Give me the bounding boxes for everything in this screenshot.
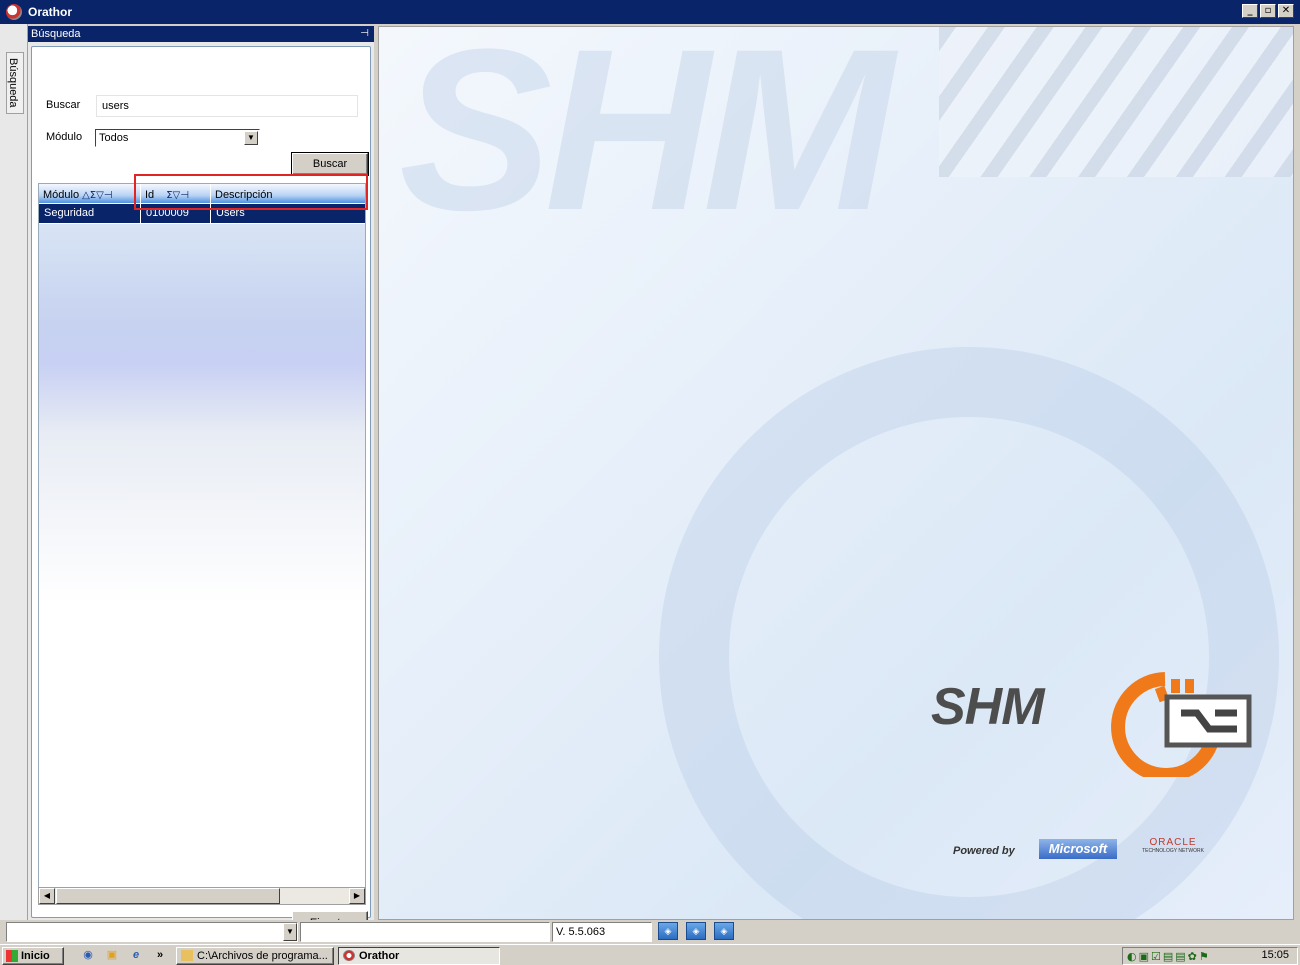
- start-button[interactable]: Inicio: [2, 947, 64, 965]
- title-bar: Orathor _ ▫ ✕: [0, 0, 1300, 24]
- taskbar-item-explorer-label: C:\Archivos de programa...: [197, 950, 328, 962]
- tray-icons[interactable]: ◐▣☑▤▤✿⚑: [1127, 950, 1211, 963]
- column-header-modulo[interactable]: Módulo △Σ▽⊣: [39, 184, 141, 204]
- buscar-button[interactable]: Buscar: [291, 152, 369, 176]
- horizontal-scrollbar[interactable]: ◀ ▶: [38, 887, 366, 905]
- microsoft-logo: Microsoft: [1039, 839, 1117, 859]
- quicklaunch-overflow[interactable]: »: [152, 948, 168, 962]
- restore-button[interactable]: ▫: [1260, 4, 1276, 18]
- start-label: Inicio: [21, 950, 50, 962]
- oracle-logo: ORACLE TECHNOLOGY NETWORK: [1133, 837, 1213, 854]
- clock[interactable]: 15:05: [1261, 949, 1289, 961]
- folder-icon: [181, 950, 193, 961]
- close-button[interactable]: ✕: [1278, 4, 1294, 18]
- status-action-icon-3[interactable]: ◈: [714, 922, 734, 940]
- ie-quicklaunch-icon[interactable]: e: [128, 948, 144, 962]
- status-bar: ▼ V. 5.5.063 ◈ ◈ ◈: [0, 920, 1300, 944]
- pin-icon[interactable]: ⊣: [360, 26, 369, 42]
- app-icon: [6, 4, 22, 20]
- keyboard-watermark: [939, 27, 1293, 177]
- side-tab-strip: Búsqueda: [0, 24, 28, 920]
- search-panel-header: Búsqueda ⊣: [28, 26, 374, 42]
- minimize-button[interactable]: _: [1242, 4, 1258, 18]
- scroll-right-icon[interactable]: ▶: [349, 888, 365, 904]
- splash-area: SHM SHM Powered by Microsoft ORACLE TECH…: [378, 26, 1294, 920]
- taskbar-item-explorer[interactable]: C:\Archivos de programa...: [176, 947, 334, 965]
- search-panel-title: Búsqueda: [31, 28, 81, 40]
- desktop-quicklaunch-icon[interactable]: ◉: [80, 948, 96, 962]
- side-tab-label: Búsqueda: [7, 58, 19, 108]
- scroll-thumb[interactable]: [56, 888, 280, 904]
- status-action-icon-1[interactable]: ◈: [658, 922, 678, 940]
- search-input[interactable]: users: [96, 95, 358, 117]
- column-header-modulo-icons[interactable]: △Σ▽⊣: [82, 190, 112, 201]
- modulo-label: Módulo: [46, 131, 83, 143]
- shm-logo-text: SHM: [931, 678, 1045, 736]
- shm-logo-icon: [1111, 672, 1252, 777]
- watermark-text: SHM: [399, 26, 894, 258]
- taskbar-item-orathor[interactable]: Orathor: [338, 947, 500, 965]
- column-header-modulo-label: Módulo: [43, 189, 80, 201]
- modulo-select[interactable]: Todos ▼: [95, 129, 260, 147]
- search-panel: Búsqueda ⊣ Buscar users Módulo Todos ▼ B…: [28, 26, 374, 935]
- taskbar-item-orathor-label: Orathor: [359, 950, 400, 962]
- oracle-logo-title: ORACLE: [1149, 837, 1197, 848]
- chevron-down-icon[interactable]: ▼: [244, 131, 258, 145]
- folder-quicklaunch-icon[interactable]: ▣: [104, 948, 120, 962]
- watermark-ring: [659, 347, 1279, 919]
- oracle-logo-subtitle: TECHNOLOGY NETWORK: [1142, 848, 1204, 854]
- status-combo[interactable]: ▼: [6, 922, 298, 942]
- chevron-down-icon[interactable]: ▼: [283, 923, 297, 941]
- windows-logo-icon: [6, 950, 18, 962]
- version-label: V. 5.5.063: [552, 922, 652, 942]
- system-tray: ◐▣☑▤▤✿⚑ 15:05: [1122, 947, 1298, 965]
- window-title: Orathor: [28, 5, 73, 19]
- cell-modulo[interactable]: Seguridad: [39, 204, 141, 224]
- modulo-select-value: Todos: [99, 132, 129, 144]
- powered-by-text: Powered by: [953, 845, 1015, 857]
- status-field: [300, 922, 550, 942]
- highlight-box: [134, 174, 368, 210]
- scroll-left-icon[interactable]: ◀: [39, 888, 55, 904]
- orathor-app-icon: [343, 950, 355, 961]
- buscar-label: Buscar: [46, 99, 81, 111]
- results-grid: Módulo △Σ▽⊣ Id Σ▽⊣ Descripción Seguridad 0…: [38, 183, 366, 903]
- taskbar: Inicio ◉ ▣ e » C:\Archivos de programa..…: [0, 944, 1300, 965]
- status-action-icon-2[interactable]: ◈: [686, 922, 706, 940]
